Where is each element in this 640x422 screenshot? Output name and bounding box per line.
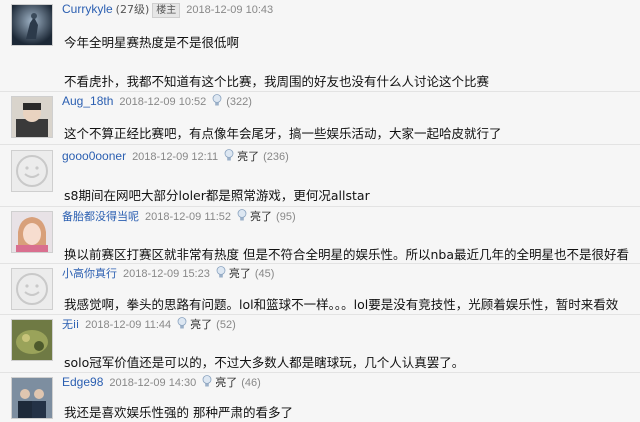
- post-item: 小高你真行 2018-12-09 15:23 亮了 (45) 我感觉啊，拳头的思路有问…: [0, 264, 640, 314]
- post-text-line: 这个不算正经比赛吧，有点像年会尾牙，搞一些娱乐活动，大家一起哈皮就行了: [64, 126, 502, 141]
- post-meta: 备胎都没得当呢 2018-12-09 11:52 亮了 (95): [62, 209, 296, 224]
- username-link[interactable]: Currykyle: [62, 2, 113, 16]
- username-link[interactable]: 备胎都没得当呢: [62, 210, 139, 223]
- post-item: 备胎都没得当呢 2018-12-09 11:52 亮了 (95) 换以前赛区打赛区就非…: [0, 207, 640, 263]
- avatar[interactable]: [11, 319, 53, 361]
- avatar[interactable]: [11, 211, 53, 253]
- post-meta: Aug_18th 2018-12-09 10:52 (322): [62, 94, 252, 109]
- lightbulb-icon[interactable]: [216, 266, 226, 279]
- like-count: (236): [263, 151, 289, 163]
- lightbulb-icon[interactable]: [224, 149, 234, 162]
- like-label[interactable]: 亮了: [229, 267, 251, 280]
- like-label[interactable]: 亮了: [215, 376, 237, 389]
- like-count: (322): [226, 96, 252, 108]
- post-text-line: 不看虎扑，我都不知道有这个比赛，我周围的好友也没有什么人讨论这个比赛: [64, 74, 490, 89]
- post-item: Currykyle (27级) 楼主 2018-12-09 10:43 今年全明星赛热…: [0, 0, 640, 91]
- post-meta: gooo0ooner 2018-12-09 12:11 亮了 (236): [62, 149, 289, 164]
- post-meta: Edge98 2018-12-09 14:30 亮了 (46): [62, 375, 261, 390]
- post-time: 2018-12-09 14:30: [109, 377, 197, 389]
- avatar[interactable]: [11, 96, 53, 138]
- post-time: 2018-12-09 15:23: [123, 268, 210, 280]
- post-text-line: s8期间在网吧大部分loler都是照常游戏，更何况allstar: [64, 188, 370, 203]
- username-link[interactable]: 小高你真行: [62, 267, 117, 280]
- username-link[interactable]: Edge98: [62, 375, 103, 389]
- user-level: (27级): [115, 3, 150, 16]
- like-count: (46): [241, 377, 261, 389]
- like-count: (45): [254, 268, 275, 280]
- username-link[interactable]: 无ii: [62, 318, 79, 331]
- post-time: 2018-12-09 10:43: [186, 4, 274, 16]
- like-label[interactable]: 亮了: [237, 150, 259, 163]
- post-meta: 小高你真行 2018-12-09 15:23 亮了 (45): [62, 266, 274, 281]
- post-time: 2018-12-09 10:52: [119, 96, 207, 108]
- post-item: gooo0ooner 2018-12-09 12:11 亮了 (236) s8期间在网…: [0, 145, 640, 206]
- lightbulb-icon[interactable]: [237, 209, 247, 222]
- avatar[interactable]: [11, 268, 53, 310]
- avatar[interactable]: [11, 4, 53, 46]
- op-badge: 楼主: [152, 3, 181, 18]
- post-time: 2018-12-09 11:44: [85, 319, 172, 331]
- like-count: (52): [216, 319, 236, 331]
- post-item: Aug_18th 2018-12-09 10:52 (322) 这个不算正经比赛吧，…: [0, 92, 640, 144]
- username-link[interactable]: gooo0ooner: [62, 149, 126, 163]
- post-text-line: 我感觉啊，拳头的思路有问题。lol和篮球不一样。。。lol要是没有竞技性，光顾着…: [64, 297, 619, 312]
- post-item: 无ii 2018-12-09 11:44 亮了 (52) solo冠军价值还是可以的，…: [0, 315, 640, 372]
- avatar[interactable]: [11, 377, 53, 419]
- lightbulb-icon[interactable]: [212, 94, 222, 107]
- post-text-line: 换以前赛区打赛区就非常有热度 但是不符合全明星的娱乐性。所以nba最近几年的全明…: [64, 247, 629, 262]
- post-time: 2018-12-09 11:52: [145, 211, 232, 223]
- username-link[interactable]: Aug_18th: [62, 94, 113, 108]
- post-item: Edge98 2018-12-09 14:30 亮了 (46) 我还是喜欢娱乐性强的 …: [0, 373, 640, 422]
- post-text-line: 今年全明星赛热度是不是很低啊: [64, 35, 240, 50]
- like-label[interactable]: 亮了: [190, 318, 212, 331]
- lightbulb-icon[interactable]: [177, 317, 187, 330]
- post-meta: Currykyle (27级) 楼主 2018-12-09 10:43: [62, 2, 273, 18]
- post-meta: 无ii 2018-12-09 11:44 亮了 (52): [62, 317, 236, 332]
- post-text-line: solo冠军价值还是可以的，不过大多数人都是瞎球玩，几个人认真罢了。: [64, 355, 465, 370]
- like-count: (95): [276, 211, 296, 223]
- like-label[interactable]: 亮了: [250, 210, 272, 223]
- post-time: 2018-12-09 12:11: [132, 151, 219, 163]
- post-text-line: 我还是喜欢娱乐性强的 那种严肃的看多了: [64, 405, 293, 420]
- lightbulb-icon[interactable]: [202, 375, 212, 388]
- avatar[interactable]: [11, 150, 53, 192]
